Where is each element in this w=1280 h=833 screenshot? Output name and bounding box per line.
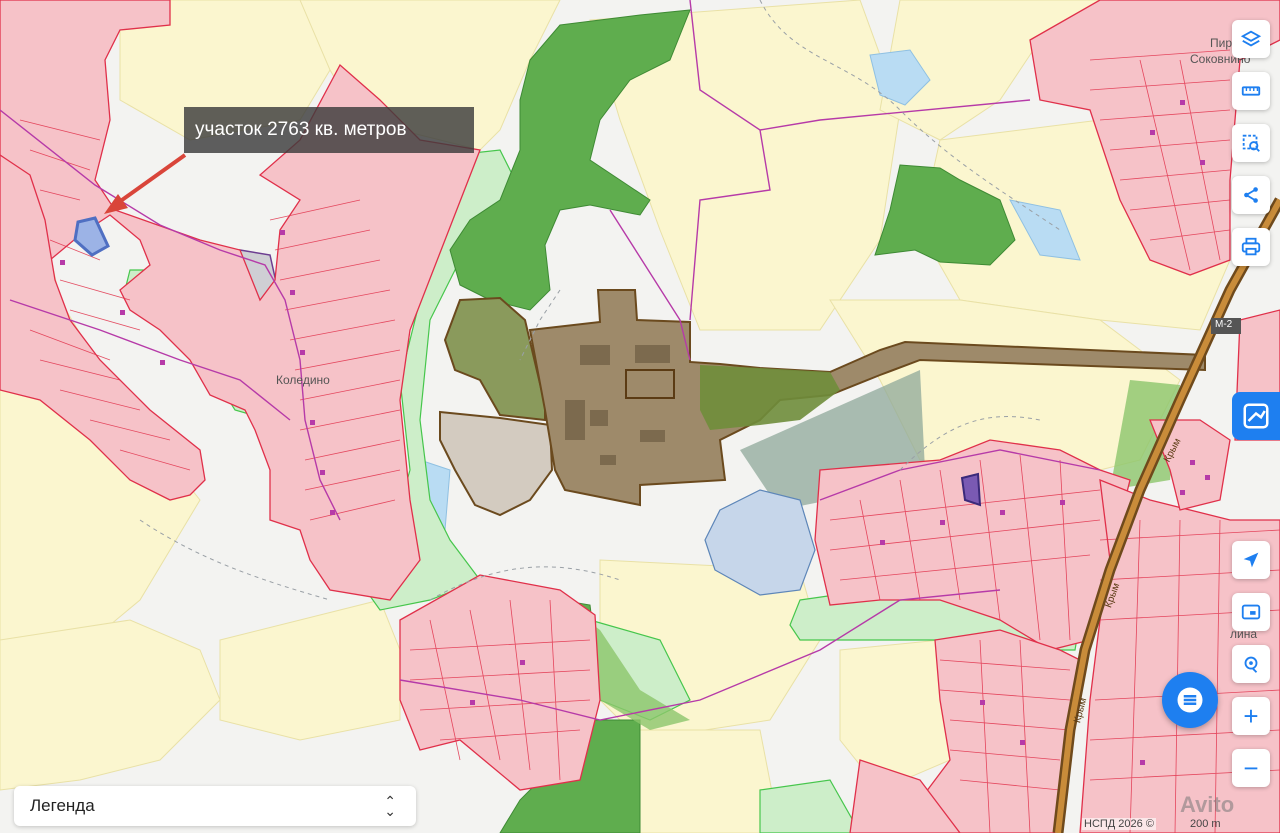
select-area-button[interactable] bbox=[1232, 124, 1270, 162]
navigation-arrow-icon bbox=[1243, 552, 1259, 568]
locate-button[interactable] bbox=[1232, 541, 1270, 579]
legend-label: Легенда bbox=[30, 796, 95, 815]
label-kolodino: Коледино bbox=[276, 373, 330, 387]
menu-button[interactable] bbox=[1162, 672, 1218, 728]
plot-annotation: участок 2763 кв. метров bbox=[184, 107, 474, 153]
ruler-button[interactable] bbox=[1232, 72, 1270, 110]
nspd-logo-icon bbox=[1243, 403, 1269, 429]
select-area-icon bbox=[1242, 134, 1260, 152]
print-button[interactable] bbox=[1232, 228, 1270, 266]
geo-pin-button[interactable] bbox=[1232, 645, 1270, 683]
plus-icon: + bbox=[1243, 700, 1259, 731]
layers-button[interactable] bbox=[1232, 20, 1270, 58]
small-purple-plot bbox=[960, 472, 982, 507]
chevron-updown-icon: ⌃ ⌄ bbox=[384, 793, 396, 819]
print-icon bbox=[1241, 237, 1261, 256]
avito-watermark: Avito bbox=[1180, 792, 1235, 817]
menu-list-icon bbox=[1177, 687, 1203, 713]
screen-button[interactable] bbox=[1232, 593, 1270, 631]
minus-icon: − bbox=[1243, 752, 1259, 783]
zoom-out-button[interactable]: − bbox=[1232, 749, 1270, 787]
share-button[interactable] bbox=[1232, 176, 1270, 214]
screen-icon bbox=[1241, 604, 1261, 620]
attribution: НСПД 2026 © bbox=[1082, 818, 1156, 830]
share-icon bbox=[1244, 187, 1258, 203]
geo-pin-icon bbox=[1244, 656, 1258, 673]
layers-icon bbox=[1240, 30, 1262, 47]
scale-bar: 200 m bbox=[1190, 818, 1221, 830]
nspd-service-button[interactable] bbox=[1232, 392, 1280, 440]
annotation-text: участок 2763 кв. метров bbox=[195, 119, 407, 140]
label-road-m2: М-2 bbox=[1215, 319, 1233, 330]
zoom-in-button[interactable]: + bbox=[1232, 697, 1270, 735]
legend-dropdown[interactable]: Легенда ⌃ ⌄ bbox=[14, 786, 416, 826]
ruler-icon bbox=[1241, 86, 1261, 96]
